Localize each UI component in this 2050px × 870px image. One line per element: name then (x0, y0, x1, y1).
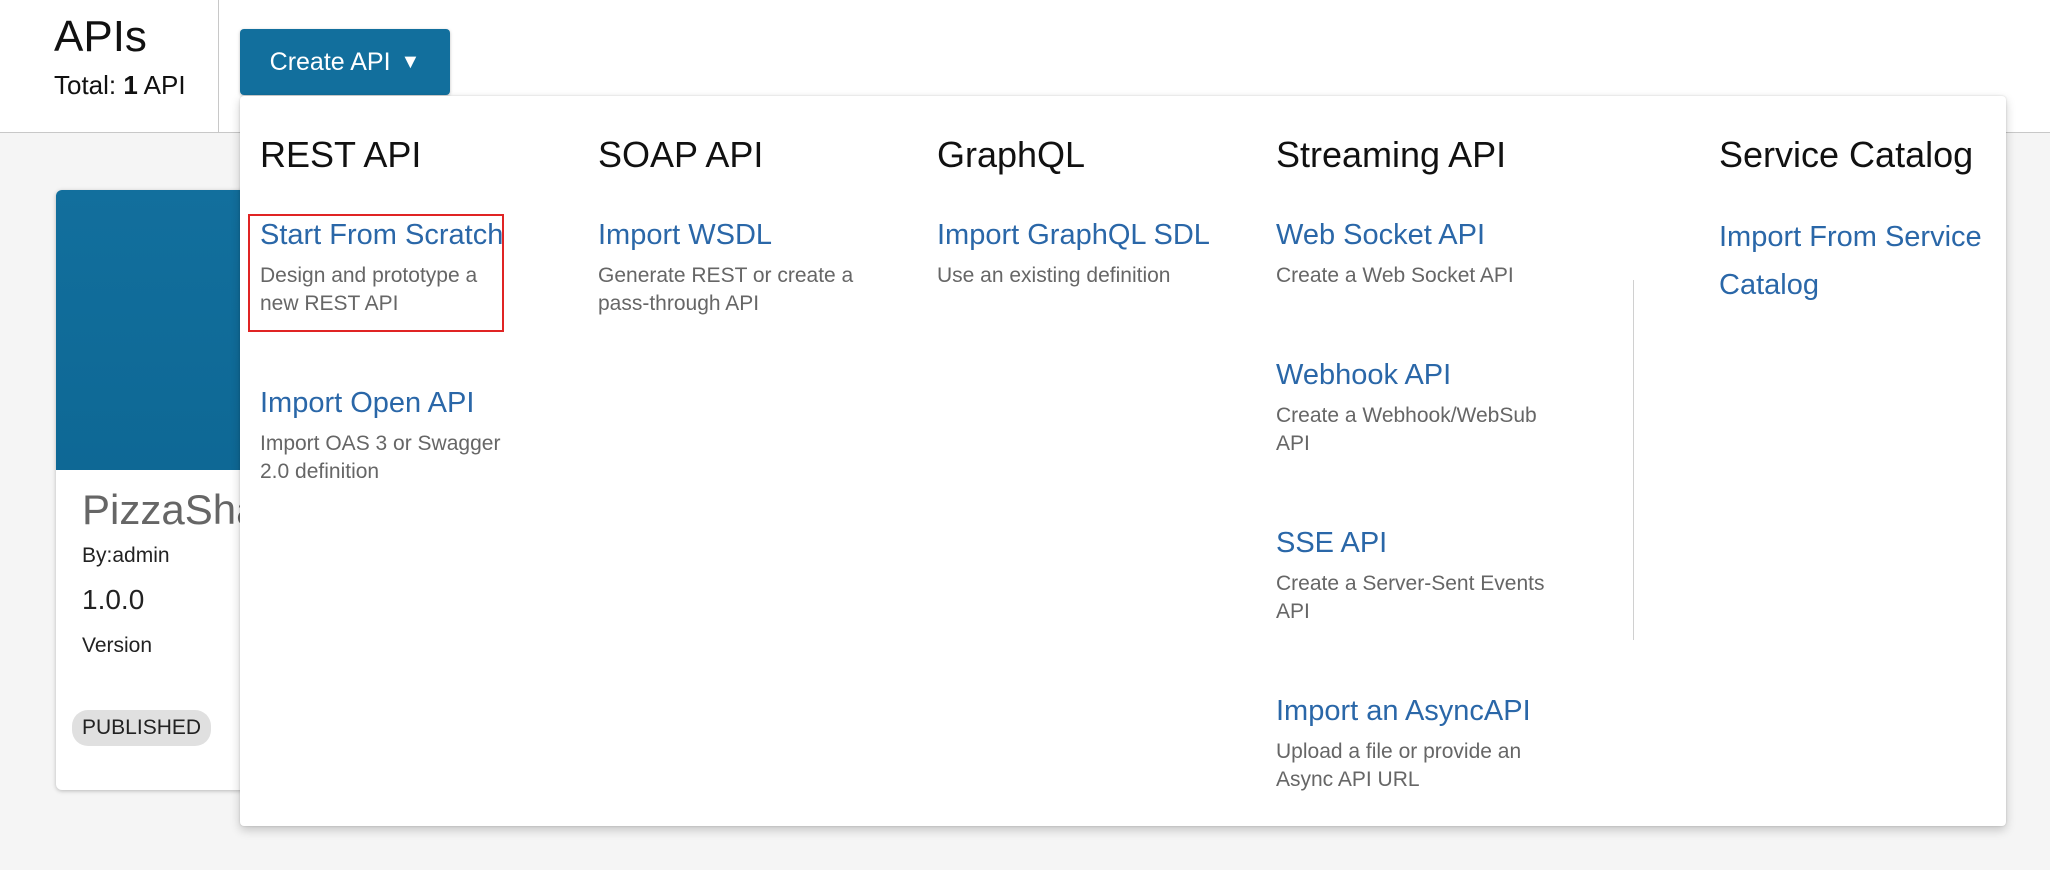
api-version-label: Version (82, 634, 153, 657)
api-version: 1.0.0 (82, 584, 145, 615)
streaming-api-column: Streaming API (1276, 132, 1506, 179)
create-api-menu: REST API Start From Scratch Design and p… (240, 96, 2006, 826)
rest-api-heading: REST API (260, 134, 422, 175)
import-from-service-catalog-option[interactable]: Import From Service Catalog (1719, 214, 1989, 310)
import-graphql-sdl-desc: Use an existing definition (937, 264, 1171, 288)
import-open-api-link[interactable]: Import Open API (260, 382, 520, 424)
api-total-count: Total: 1 API (54, 70, 186, 101)
sse-api-desc: Create a Server-Sent Events API (1276, 572, 1545, 624)
graphql-heading: GraphQL (937, 134, 1086, 175)
rest-api-column: REST API (260, 132, 421, 179)
import-from-service-catalog-link[interactable]: Import From Service Catalog (1719, 214, 1989, 310)
create-api-label: Create API (269, 47, 391, 76)
webhook-api-desc: Create a Webhook/WebSub API (1276, 404, 1537, 456)
import-graphql-sdl-link[interactable]: Import GraphQL SDL (937, 214, 1237, 256)
api-name[interactable]: PizzaSha (82, 486, 259, 534)
sse-api-link[interactable]: SSE API (1276, 522, 1566, 564)
caret-down-icon: ▼ (400, 50, 421, 73)
import-asyncapi-link[interactable]: Import an AsyncAPI (1276, 690, 1566, 732)
web-socket-api-link[interactable]: Web Socket API (1276, 214, 1566, 256)
streaming-api-heading: Streaming API (1276, 134, 1507, 175)
service-catalog-column: Service Catalog (1719, 132, 1973, 179)
webhook-api-option[interactable]: Webhook API Create a Webhook/WebSub API (1276, 354, 1566, 459)
web-socket-api-option[interactable]: Web Socket API Create a Web Socket API (1276, 214, 1566, 290)
page-title: APIs (54, 12, 147, 61)
create-api-button[interactable]: Create API ▼ (240, 29, 450, 95)
start-from-scratch-desc: Design and prototype a new REST API (260, 264, 478, 316)
import-asyncapi-desc: Upload a file or provide an Async API UR… (1276, 740, 1522, 792)
import-open-api-option[interactable]: Import Open API Import OAS 3 or Swagger … (260, 382, 520, 487)
total-label: Total: (54, 70, 117, 100)
graphql-column: GraphQL (937, 132, 1085, 179)
start-from-scratch-option[interactable]: Start From Scratch Design and prototype … (260, 214, 510, 319)
soap-api-heading: SOAP API (598, 134, 764, 175)
import-wsdl-option[interactable]: Import WSDL Generate REST or create a pa… (598, 214, 868, 319)
service-catalog-heading: Service Catalog (1719, 134, 1974, 175)
sse-api-option[interactable]: SSE API Create a Server-Sent Events API (1276, 522, 1566, 627)
soap-api-column: SOAP API (598, 132, 763, 179)
api-provider: By:admin (82, 544, 170, 567)
webhook-api-link[interactable]: Webhook API (1276, 354, 1566, 396)
import-wsdl-link[interactable]: Import WSDL (598, 214, 868, 256)
import-wsdl-desc: Generate REST or create a pass-through A… (598, 264, 854, 316)
total-number: 1 (123, 70, 138, 100)
status-badge: PUBLISHED (72, 710, 212, 746)
web-socket-api-desc: Create a Web Socket API (1276, 264, 1514, 288)
total-unit: API (143, 70, 186, 100)
column-divider (1633, 280, 1634, 640)
import-open-api-desc: Import OAS 3 or Swagger 2.0 definition (260, 432, 501, 484)
start-from-scratch-link[interactable]: Start From Scratch (260, 214, 510, 256)
import-graphql-sdl-option[interactable]: Import GraphQL SDL Use an existing defin… (937, 214, 1237, 290)
header-divider (218, 0, 219, 132)
import-asyncapi-option[interactable]: Import an AsyncAPI Upload a file or prov… (1276, 690, 1566, 795)
